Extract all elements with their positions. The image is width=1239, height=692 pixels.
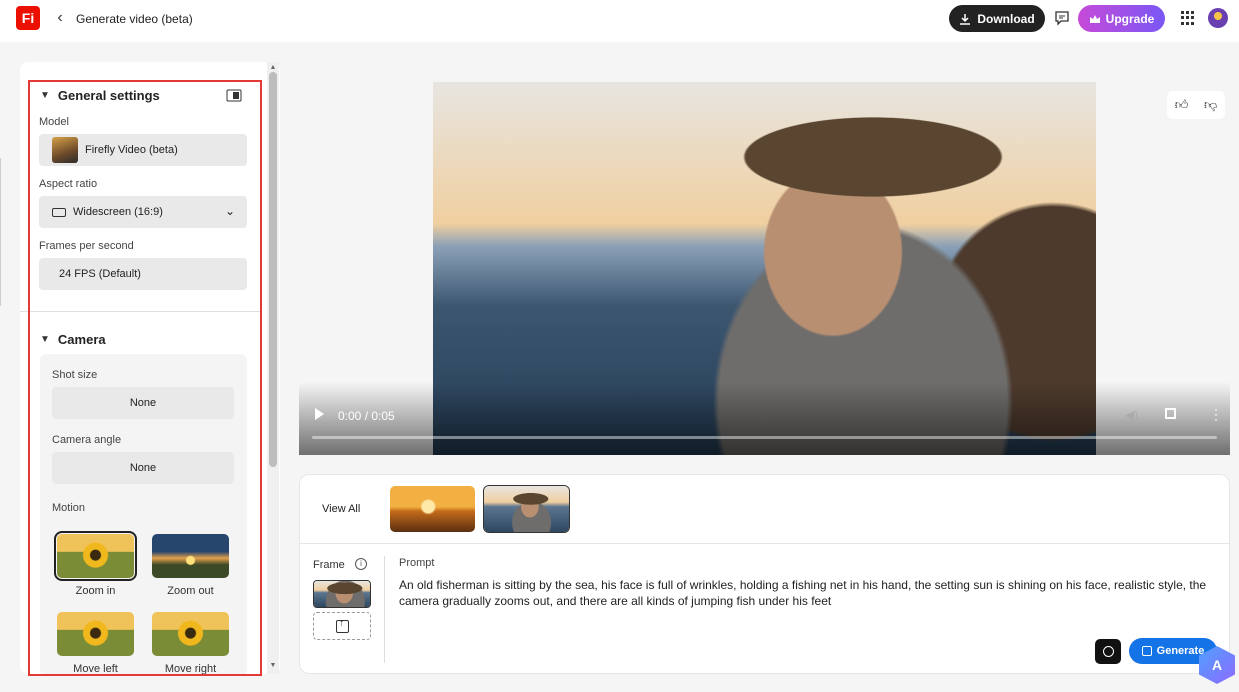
- upgrade-label: Upgrade: [1105, 11, 1155, 26]
- back-arrow-icon[interactable]: ‹: [52, 8, 68, 28]
- prompt-textarea[interactable]: An old fisherman is sitting by the sea, …: [399, 577, 1209, 609]
- firefly-logo[interactable]: Fi: [16, 6, 40, 30]
- sunflower-image: [152, 612, 229, 656]
- crown-icon: [1089, 14, 1100, 23]
- motion-caption: Move left: [73, 663, 118, 675]
- generate-icon: [1141, 646, 1152, 656]
- camera-header[interactable]: ▼ Camera: [40, 332, 106, 347]
- aspect-ratio-value: Widescreen (16:9): [73, 206, 163, 218]
- page-title: Generate video (beta): [76, 12, 193, 26]
- motion-caption: Zoom in: [75, 585, 116, 597]
- aspect-ratio-dropdown[interactable]: Widescreen (16:9) ⌄: [39, 196, 247, 228]
- chevron-down-icon: ▼: [40, 90, 50, 101]
- history-button[interactable]: [1095, 639, 1121, 664]
- top-bar: Fi ‹ Generate video (beta) Download Upgr…: [0, 0, 1239, 42]
- model-label: Model: [39, 116, 69, 128]
- scroll-down-icon[interactable]: ▼: [269, 662, 277, 669]
- fps-label: Frames per second: [39, 240, 134, 252]
- info-icon[interactable]: i: [355, 558, 367, 570]
- camera-title: Camera: [57, 332, 106, 347]
- history-thumbnail-beach[interactable]: [390, 486, 475, 532]
- motion-move-right[interactable]: [152, 612, 229, 656]
- shot-size-value: None: [129, 397, 157, 409]
- comment-icon[interactable]: [1054, 10, 1070, 26]
- motion-label: Motion: [52, 502, 86, 514]
- general-settings-header[interactable]: ▼ General settings: [40, 88, 160, 103]
- scroll-up-icon[interactable]: ▲: [269, 64, 277, 71]
- video-progress-bar[interactable]: [312, 436, 1217, 439]
- widescreen-icon: [52, 207, 66, 217]
- motion-zoom-in[interactable]: [54, 531, 137, 581]
- card-divider: [300, 543, 1229, 544]
- vertical-divider: [384, 556, 385, 663]
- thumbs-down-icon[interactable]: 👎︎: [1204, 97, 1217, 113]
- frame-thumbnail[interactable]: [313, 580, 371, 608]
- section-divider: [20, 311, 260, 312]
- video-controls: [299, 382, 1230, 455]
- model-value: Firefly Video (beta): [85, 144, 178, 156]
- play-icon[interactable]: [315, 408, 324, 420]
- edge-divider: [0, 158, 1, 306]
- general-settings-title: General settings: [57, 88, 160, 103]
- view-all-link[interactable]: View All: [322, 503, 360, 515]
- chevron-down-icon: ⌄: [224, 204, 235, 218]
- download-button[interactable]: Download: [949, 5, 1045, 32]
- camera-angle-value: None: [129, 462, 157, 474]
- chevron-down-icon: ▼: [40, 334, 50, 345]
- apps-grid-icon[interactable]: [1181, 11, 1195, 25]
- motion-caption: Move right: [164, 663, 217, 675]
- fps-select[interactable]: 24 FPS (Default): [39, 258, 247, 290]
- volume-icon[interactable]: ◀): [1125, 408, 1138, 422]
- panel-scrollbar-thumb[interactable]: [269, 72, 277, 467]
- shot-size-label: Shot size: [52, 369, 98, 381]
- prompt-label: Prompt: [399, 557, 435, 569]
- camera-angle-label: Camera angle: [52, 434, 122, 446]
- upload-frame-button[interactable]: [313, 612, 371, 640]
- download-label: Download: [977, 11, 1035, 26]
- camera-angle-select[interactable]: None: [52, 452, 234, 484]
- sunflower-image: [57, 612, 134, 656]
- panel-toggle-icon[interactable]: [226, 89, 242, 102]
- video-player[interactable]: 0:00 / 0:05 ◀) ⋮: [299, 82, 1230, 455]
- thumbs-up-icon[interactable]: 👍︎: [1175, 97, 1189, 113]
- fullscreen-icon[interactable]: [1165, 408, 1176, 419]
- motion-zoom-out[interactable]: [152, 534, 229, 578]
- video-time: 0:00 / 0:05: [338, 409, 395, 423]
- upgrade-button[interactable]: Upgrade: [1078, 5, 1165, 32]
- frame-label: Frame: [313, 559, 345, 571]
- generate-label: Generate: [1156, 645, 1205, 657]
- fps-value: 24 FPS (Default): [59, 268, 141, 280]
- aspect-ratio-label: Aspect ratio: [39, 178, 98, 190]
- sunflower-image: [57, 534, 134, 578]
- history-icon: [1102, 646, 1114, 657]
- motion-move-left[interactable]: [57, 612, 134, 656]
- avatar[interactable]: [1208, 8, 1228, 28]
- model-select[interactable]: Firefly Video (beta): [39, 134, 247, 166]
- shot-size-select[interactable]: None: [52, 387, 234, 419]
- motion-caption: Zoom out: [167, 585, 214, 597]
- upload-icon: [335, 618, 349, 633]
- model-thumbnail: [52, 137, 78, 163]
- feedback-buttons: 👍︎ 👎︎: [1167, 91, 1225, 119]
- more-options-icon[interactable]: ⋮: [1209, 407, 1223, 421]
- download-icon: [960, 13, 971, 25]
- history-thumbnail-fisherman[interactable]: [483, 485, 570, 533]
- sunset-field-image: [152, 534, 229, 578]
